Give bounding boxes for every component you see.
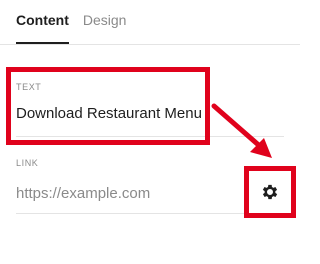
link-field-label: LINK [16, 158, 39, 168]
gear-icon [260, 182, 280, 202]
link-settings-button[interactable] [244, 166, 296, 218]
editor-tabs: Content Design [16, 0, 300, 44]
block-editor-panel: Content Design TEXT Download Restaurant … [0, 0, 300, 264]
tab-content[interactable]: Content [16, 0, 69, 44]
tab-design[interactable]: Design [83, 0, 127, 44]
link-input[interactable] [16, 182, 226, 204]
text-field-highlight-box [6, 67, 210, 145]
tabs-divider [0, 44, 300, 45]
